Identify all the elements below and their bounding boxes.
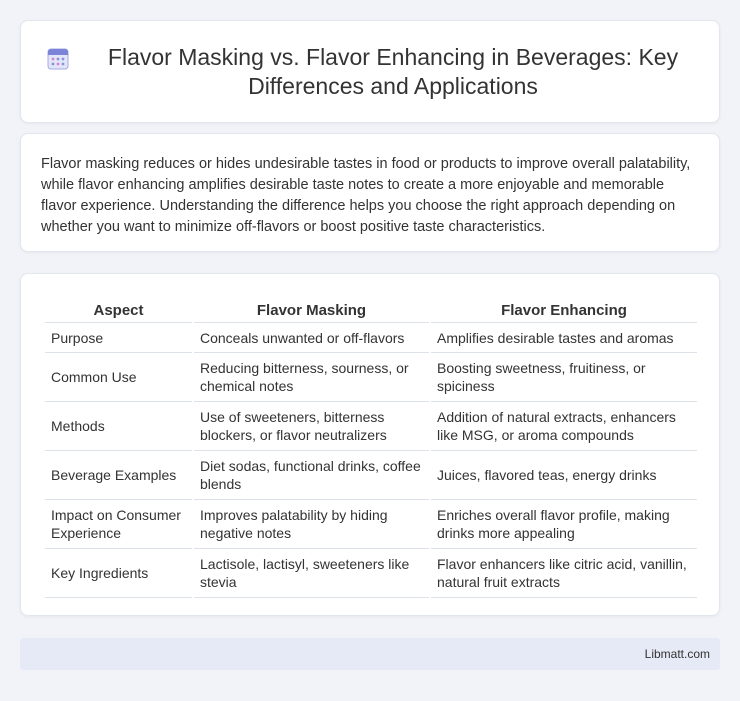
intro-card: Flavor masking reduces or hides undesira… <box>20 133 720 252</box>
page-title: Flavor Masking vs. Flavor Enhancing in B… <box>107 43 679 99</box>
table-cell-enhancing: Boosting sweetness, fruitiness, or spici… <box>431 353 697 402</box>
table-cell-masking: Conceals unwanted or off-flavors <box>194 323 429 353</box>
table-row: Common Use Reducing bitterness, sourness… <box>45 353 697 402</box>
header-flavor-masking: Flavor Masking <box>194 296 429 323</box>
table-cell-enhancing: Enriches overall flavor profile, making … <box>431 500 697 549</box>
table-cell-masking: Improves palatability by hiding negative… <box>194 500 429 549</box>
table-row: Methods Use of sweeteners, bitterness bl… <box>45 402 697 451</box>
table-cell-aspect: Methods <box>45 402 192 451</box>
document-icon <box>47 48 69 69</box>
table-cell-aspect: Common Use <box>45 353 192 402</box>
table-row: Beverage Examples Diet sodas, functional… <box>45 451 697 500</box>
title-card: Flavor Masking vs. Flavor Enhancing in B… <box>20 20 720 123</box>
comparison-card: Aspect Flavor Masking Flavor Enhancing P… <box>20 273 720 616</box>
table-cell-masking: Diet sodas, functional drinks, coffee bl… <box>194 451 429 500</box>
table-cell-aspect: Beverage Examples <box>45 451 192 500</box>
table-header-row: Aspect Flavor Masking Flavor Enhancing <box>45 296 697 323</box>
table-cell-aspect: Impact on Consumer Experience <box>45 500 192 549</box>
header-flavor-enhancing: Flavor Enhancing <box>431 296 697 323</box>
footer-source-link[interactable]: Libmatt.com <box>645 647 710 661</box>
intro-paragraph: Flavor masking reduces or hides undesira… <box>41 156 691 235</box>
table-cell-enhancing: Flavor enhancers like citric acid, vanil… <box>431 549 697 598</box>
table-row: Purpose Conceals unwanted or off-flavors… <box>45 323 697 353</box>
table-cell-masking: Reducing bitterness, sourness, or chemic… <box>194 353 429 402</box>
table-cell-enhancing: Amplifies desirable tastes and aromas <box>431 323 697 353</box>
table-cell-aspect: Key Ingredients <box>45 549 192 598</box>
comparison-table: Aspect Flavor Masking Flavor Enhancing P… <box>43 296 699 598</box>
table-cell-enhancing: Addition of natural extracts, enhancers … <box>431 402 697 451</box>
title-row: Flavor Masking vs. Flavor Enhancing in B… <box>21 21 719 122</box>
table-cell-masking: Use of sweeteners, bitterness blockers, … <box>194 402 429 451</box>
table-row: Impact on Consumer Experience Improves p… <box>45 500 697 549</box>
table-cell-aspect: Purpose <box>45 323 192 353</box>
table-cell-masking: Lactisole, lactisyl, sweeteners like ste… <box>194 549 429 598</box>
footer-bar: Libmatt.com <box>20 638 720 670</box>
header-aspect: Aspect <box>45 296 192 323</box>
table-cell-enhancing: Juices, flavored teas, energy drinks <box>431 451 697 500</box>
table-row: Key Ingredients Lactisole, lactisyl, swe… <box>45 549 697 598</box>
